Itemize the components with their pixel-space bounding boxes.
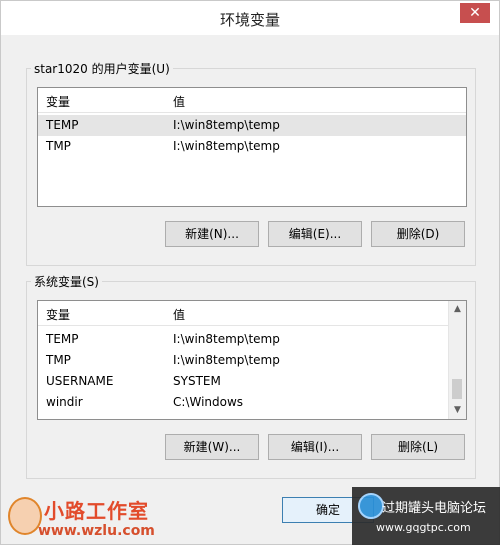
scroll-down-arrow[interactable]: ▼ xyxy=(449,402,466,419)
watermark-right-title: 过期罐头电脑论坛 xyxy=(382,501,487,516)
system-variables-label: 系统变量(S) xyxy=(31,273,102,290)
user-variables-group: star1020 的用户变量(U) 变量 值 TEMP I:\win8temp\… xyxy=(26,60,476,266)
variable-value: C:\Windows xyxy=(173,395,244,409)
variable-name: TMP xyxy=(46,353,71,367)
close-button[interactable]: ✕ xyxy=(460,3,490,23)
variable-name: windir xyxy=(46,395,83,409)
system-edit-button[interactable]: 编辑(I)... xyxy=(268,434,362,460)
watermark-left-title: 小路工作室 xyxy=(44,499,149,523)
variable-name: TEMP xyxy=(46,332,79,346)
list-header: 变量 值 xyxy=(38,301,466,326)
system-delete-button[interactable]: 删除(L) xyxy=(371,434,465,460)
user-delete-button[interactable]: 删除(D) xyxy=(371,221,465,247)
system-variables-list[interactable]: 变量 值 TEMP I:\win8temp\temp TMP I:\win8te… xyxy=(37,300,467,420)
user-variables-label: star1020 的用户变量(U) xyxy=(31,60,173,77)
watermark-left: 小路工作室 www.wzlu.com xyxy=(0,493,160,545)
table-row[interactable]: TEMP I:\win8temp\temp xyxy=(38,115,466,136)
table-row[interactable]: TEMP I:\win8temp\temp xyxy=(38,329,466,350)
chevron-up-icon: ▲ xyxy=(454,304,461,314)
list-header: 变量 值 xyxy=(38,88,466,113)
variable-name: USERNAME xyxy=(46,374,114,388)
user-variables-list[interactable]: 变量 值 TEMP I:\win8temp\temp TMP I:\win8te… xyxy=(37,87,467,207)
watermark-right-url: www.gqgtpc.com xyxy=(376,521,471,534)
column-header-value[interactable]: 值 xyxy=(173,93,185,110)
variable-name: TEMP xyxy=(46,118,79,132)
variable-value: I:\win8temp\temp xyxy=(173,139,280,153)
user-new-button[interactable]: 新建(N)... xyxy=(165,221,259,247)
variable-value: I:\win8temp\temp xyxy=(173,332,280,346)
watermark-left-url: www.wzlu.com xyxy=(38,523,155,539)
variable-value: I:\win8temp\temp xyxy=(173,353,280,367)
environment-variables-dialog: 环境变量 ✕ star1020 的用户变量(U) 变量 值 TEMP I:\wi… xyxy=(0,0,500,545)
table-row[interactable]: windir C:\Windows xyxy=(38,392,466,413)
column-header-variable[interactable]: 变量 xyxy=(46,306,70,323)
variable-name: TMP xyxy=(46,139,71,153)
system-new-button[interactable]: 新建(W)... xyxy=(165,434,259,460)
user-edit-button[interactable]: 编辑(E)... xyxy=(268,221,362,247)
table-row[interactable]: USERNAME SYSTEM xyxy=(38,371,466,392)
scrollbar-thumb[interactable] xyxy=(452,379,462,399)
chevron-down-icon: ▼ xyxy=(454,405,461,415)
scroll-up-arrow[interactable]: ▲ xyxy=(449,301,466,318)
vertical-scrollbar[interactable]: ▲ ▼ xyxy=(448,301,466,419)
close-icon: ✕ xyxy=(469,5,481,21)
watermark-right: 过期罐头电脑论坛 www.gqgtpc.com xyxy=(352,487,500,545)
forum-logo-icon xyxy=(358,493,384,519)
variable-value: I:\win8temp\temp xyxy=(173,118,280,132)
variable-value: SYSTEM xyxy=(173,374,221,388)
table-row[interactable]: TMP I:\win8temp\temp xyxy=(38,350,466,371)
title-bar: 环境变量 ✕ xyxy=(1,1,499,35)
column-header-value[interactable]: 值 xyxy=(173,306,185,323)
column-header-variable[interactable]: 变量 xyxy=(46,93,70,110)
window-title: 环境变量 xyxy=(219,11,280,29)
mascot-icon xyxy=(8,497,42,535)
system-variables-group: 系统变量(S) 变量 值 TEMP I:\win8temp\temp TMP I… xyxy=(26,273,476,479)
table-row[interactable]: TMP I:\win8temp\temp xyxy=(38,136,466,157)
